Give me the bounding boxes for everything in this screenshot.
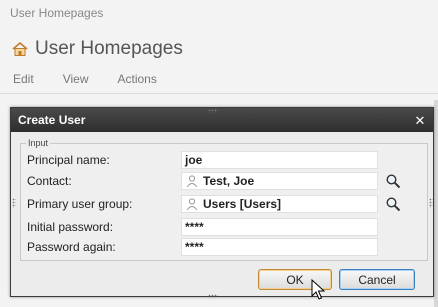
contact-value: Test, Joe <box>203 174 255 188</box>
principal-name-input[interactable]: joe <box>181 151 378 169</box>
create-user-dialog: Create User ✕ Input Principal name: joe … <box>10 107 434 298</box>
password-again-row: Password again: **** <box>27 237 423 257</box>
initial-password-value: **** <box>185 220 204 234</box>
password-again-input[interactable]: **** <box>181 238 378 256</box>
scrollbar-strip <box>434 100 438 307</box>
menu-edit[interactable]: Edit <box>13 72 34 86</box>
password-again-value: **** <box>185 240 204 254</box>
contact-input[interactable]: Test, Joe <box>181 172 378 190</box>
fieldset-legend: Input <box>26 138 51 148</box>
primary-group-row: Primary user group: Users [Users] <box>27 194 423 214</box>
close-icon[interactable]: ✕ <box>413 114 427 127</box>
search-icon[interactable] <box>385 173 401 189</box>
page-title: User Homepages <box>35 38 183 59</box>
home-icon <box>12 41 28 56</box>
principal-name-row: Principal name: joe <box>27 150 423 170</box>
menu-view[interactable]: View <box>63 72 89 86</box>
primary-group-label: Primary user group: <box>27 197 133 211</box>
initial-password-label: Initial password: <box>27 220 114 234</box>
contact-row: Contact: Test, Joe <box>27 171 423 191</box>
principal-name-label: Principal name: <box>27 153 110 167</box>
search-icon[interactable] <box>385 196 401 212</box>
breadcrumb: User Homepages <box>10 6 104 20</box>
mouse-cursor-icon <box>311 279 325 300</box>
primary-group-input[interactable]: Users [Users] <box>181 195 378 213</box>
menu-actions[interactable]: Actions <box>117 72 156 86</box>
menu-bar: Edit View Actions <box>0 64 438 94</box>
resize-grip-top[interactable] <box>208 109 218 113</box>
group-icon <box>186 198 198 211</box>
resize-grip-bottom[interactable] <box>208 294 218 298</box>
page-title-row: User Homepages <box>11 38 183 60</box>
initial-password-input[interactable]: **** <box>181 218 378 236</box>
user-icon <box>186 175 198 188</box>
initial-password-row: Initial password: **** <box>27 217 423 237</box>
cancel-button[interactable]: Cancel <box>339 269 415 290</box>
contact-label: Contact: <box>27 174 72 188</box>
input-fieldset: Input Principal name: joe Contact: Test,… <box>20 138 428 261</box>
principal-name-value: joe <box>185 153 203 167</box>
password-again-label: Password again: <box>27 240 116 254</box>
primary-group-value: Users [Users] <box>203 197 282 211</box>
resize-grip-left[interactable] <box>12 198 16 208</box>
dialog-title: Create User <box>18 113 86 127</box>
resize-grip-right[interactable] <box>429 198 433 208</box>
dialog-header: Create User ✕ <box>11 108 433 132</box>
